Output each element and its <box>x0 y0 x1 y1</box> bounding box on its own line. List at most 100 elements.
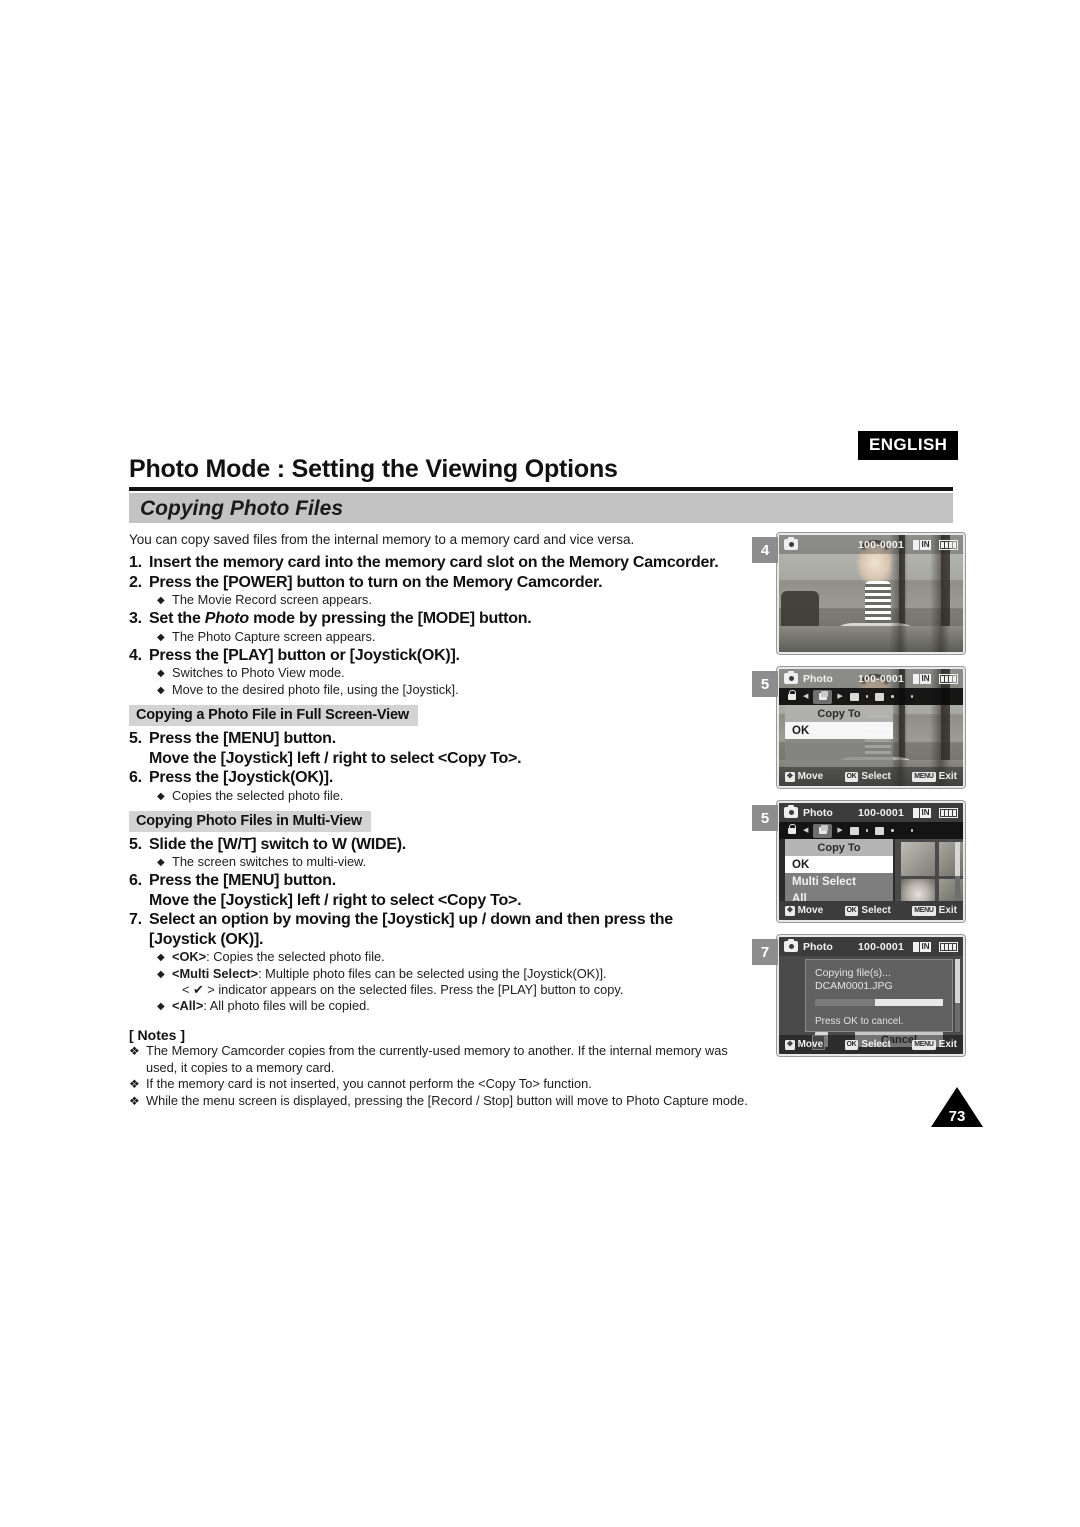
title-divider <box>129 487 953 491</box>
exit-label: Exit <box>938 905 957 916</box>
step-5-full: 5. Press the [MENU] button. Move the [Jo… <box>129 729 757 768</box>
extra-menu-icon[interactable] <box>873 825 886 837</box>
step-3-note-text: The Photo Capture screen appears. <box>172 628 376 644</box>
step-6-multi-number: 6. <box>129 872 142 889</box>
copy-to-menu-icon[interactable] <box>813 689 833 704</box>
note-item-text: While the menu screen is displayed, pres… <box>146 1092 748 1108</box>
step-2: 2. Press the [POWER] button to turn on t… <box>129 573 757 593</box>
step-6-full-note-text: Copies the selected photo file. <box>172 787 344 803</box>
exit-hint: MENU Exit <box>912 1039 957 1050</box>
battery-icon <box>939 941 958 952</box>
mode-label: Photo <box>803 672 833 685</box>
step-1-text: Insert the memory card into the memory c… <box>149 554 719 571</box>
select-hint: OK Select <box>844 905 891 916</box>
memory-indicator: IN <box>913 941 931 952</box>
step-5-multi-note: ◆ The screen switches to multi-view. <box>157 854 757 871</box>
chevron-right-icon: ▶ <box>837 693 843 700</box>
step-3: 3. Set the Photo mode by pressing the [M… <box>129 609 757 629</box>
option-ok-label: <OK> <box>172 949 207 964</box>
mode-label: Photo <box>803 940 833 953</box>
select-label: Select <box>861 905 891 916</box>
notes-title: [ Notes ] <box>129 1027 185 1043</box>
joystick-key-icon: ✥ <box>785 905 795 916</box>
copy-to-option-ok[interactable]: OK <box>785 856 893 873</box>
copy-to-title: Copy To <box>785 705 893 722</box>
screenshot-step-5-full: 5 Photo 100-0001 IN ◀ ▶ Copy To OK ✥ Mov… <box>752 667 978 794</box>
chevron-left-icon: ◀ <box>803 693 809 700</box>
step-5-multi-number: 5. <box>129 835 142 853</box>
osd-bottom-bar: ✥ Move OK Select MENU Exit <box>779 1035 963 1054</box>
scrollbar[interactable] <box>955 842 960 898</box>
lock-menu-icon[interactable] <box>785 823 798 837</box>
decor-ground <box>779 626 963 652</box>
copy-to-option-multi-select[interactable]: Multi Select <box>785 873 893 890</box>
camera-screen-copy-to-full: Photo 100-0001 IN ◀ ▶ Copy To OK ✥ Move … <box>777 667 965 788</box>
screenshot-step-7: 7 Photo 100-0001 IN Copying file(s)... D… <box>752 935 978 1062</box>
memory-bar-icon <box>913 807 919 818</box>
step-6-full-text: Press the [Joystick(OK)]. <box>149 769 334 786</box>
move-hint: ✥ Move <box>785 1039 823 1050</box>
decor-swing <box>823 623 927 652</box>
step-6-full: 6. Press the [Joystick(OK)]. <box>129 768 757 788</box>
file-counter: 100-0001 <box>858 940 904 953</box>
osd-top-bar: Photo 100-0001 IN <box>779 937 963 956</box>
memory-bar-icon <box>913 539 919 550</box>
option-multi-desc2: < ✔ > indicator appears on the selected … <box>182 982 624 997</box>
diamond-bullet-icon: ◆ <box>157 952 165 963</box>
step-3-text-italic: Photo <box>204 610 249 627</box>
thumbnail-item[interactable] <box>901 842 935 876</box>
osd-top-bar: Photo 100-0001 IN <box>779 803 963 822</box>
extra-menu-icon[interactable] <box>873 691 886 703</box>
select-hint: OK Select <box>844 771 891 782</box>
subheading-multi-view: Copying Photo Files in Multi-View <box>129 810 371 832</box>
multi-menu-icon[interactable] <box>848 825 861 837</box>
step-4-number: 4. <box>129 646 142 664</box>
battery-icon <box>939 807 958 818</box>
note-item: ❖ While the menu screen is displayed, pr… <box>129 1093 757 1110</box>
copying-filename: DCAM0001.JPG <box>815 980 893 992</box>
option-all-desc: : All photo files will be copied. <box>203 998 370 1013</box>
battery-icon <box>939 673 958 684</box>
copy-to-menu-icon[interactable] <box>813 823 833 838</box>
step-3-note: ◆ The Photo Capture screen appears. <box>157 629 757 646</box>
copy-to-option-ok[interactable]: OK <box>785 722 893 739</box>
lock-menu-icon[interactable] <box>785 689 798 703</box>
move-label: Move <box>797 771 824 782</box>
diamond-bullet-icon: ◆ <box>157 1001 165 1012</box>
step-6-full-number: 6. <box>129 769 142 786</box>
clover-bullet-icon: ❖ <box>129 1093 140 1108</box>
multiview-thumbnails <box>895 839 963 913</box>
multi-menu-icon[interactable] <box>848 691 861 703</box>
osd-top-bar: 100-0001 IN <box>779 535 963 554</box>
note-item-text: The Memory Camcorder copies from the cur… <box>146 1043 728 1075</box>
step-5-full-line1: Press the [MENU] button. <box>149 730 336 747</box>
step-7-text: Select an option by moving the [Joystick… <box>149 910 757 949</box>
thumbnail-item[interactable] <box>939 842 963 876</box>
memory-label: IN <box>920 539 931 550</box>
camera-screen-photo-view: 100-0001 IN <box>777 533 965 654</box>
chevron-right-icon: ▶ <box>837 827 843 834</box>
select-label: Select <box>861 1039 891 1050</box>
step-4: 4. Press the [PLAY] button or [Joystick(… <box>129 646 757 666</box>
dot-icon <box>865 829 869 832</box>
copy-to-title: Copy To <box>785 839 893 856</box>
diamond-bullet-icon: ◆ <box>157 595 165 606</box>
subheading-full-screen-view: Copying a Photo File in Full Screen-View <box>129 705 418 726</box>
step-2-text: Press the [POWER] button to turn on the … <box>149 573 603 591</box>
file-counter: 100-0001 <box>858 672 904 685</box>
step-7-number: 7. <box>129 911 142 928</box>
osd-bottom-bar: ✥ Move OK Select MENU Exit <box>779 767 963 786</box>
scrollbar[interactable] <box>955 959 960 1032</box>
step-6-multi-text: Press the [MENU] button. Move the [Joyst… <box>149 871 757 910</box>
diamond-bullet-icon: ◆ <box>157 668 165 679</box>
step-6-multi: 6. Press the [MENU] button. Move the [Jo… <box>129 871 757 910</box>
section-header: Copying Photo Files <box>129 493 953 523</box>
page-number: 73 <box>948 1108 966 1125</box>
move-label: Move <box>797 905 824 916</box>
step-badge: 5 <box>752 805 778 831</box>
step-2-number: 2. <box>129 573 142 591</box>
step-badge: 4 <box>752 537 778 563</box>
diamond-bullet-icon: ◆ <box>157 685 165 696</box>
screenshot-column: 4 100-0001 IN 5 Photo 100-0001 IN ◀ ▶ Co… <box>752 533 978 1069</box>
diamond-bullet-icon: ◆ <box>157 857 165 868</box>
